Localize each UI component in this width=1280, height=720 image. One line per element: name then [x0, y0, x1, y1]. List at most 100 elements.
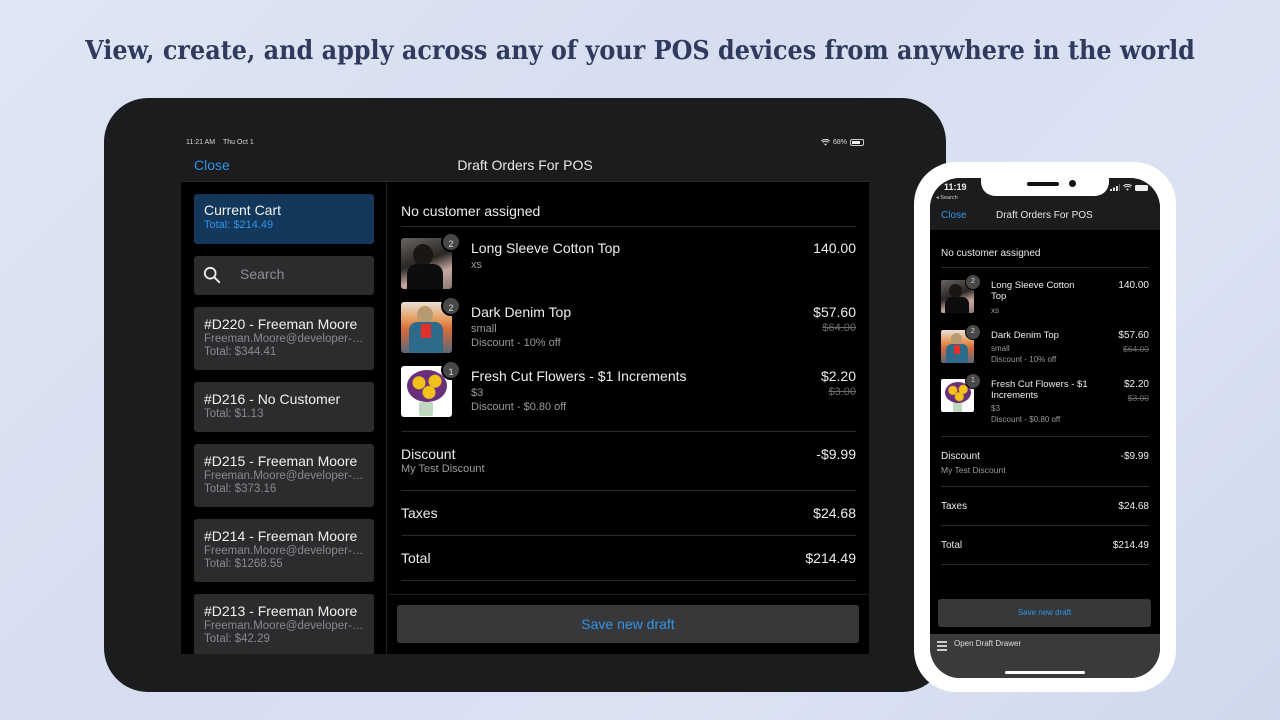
draft-card[interactable]: #D216 - No Customer Total: $1.13: [194, 382, 374, 432]
line-item[interactable]: 2 Long Sleeve Cotton Top xs 140.00: [941, 274, 1149, 320]
draft-title: #D216 - No Customer: [204, 391, 341, 407]
item-price: 140.00: [1118, 280, 1149, 291]
page-title: Draft Orders For POS: [457, 157, 593, 173]
item-variant: small: [991, 344, 1010, 353]
draft-card[interactable]: #D214 - Freeman Moore Freeman.Moore@deve…: [194, 519, 374, 582]
item-discount: Discount - 10% off: [991, 355, 1057, 364]
current-cart-card[interactable]: Current Cart Total: $214.49: [194, 194, 374, 244]
quantity-badge: 2: [441, 296, 461, 316]
tablet-device: 11:21 AM Thu Oct 1 68% Close Draft Order…: [104, 98, 946, 692]
status-time: 11:21 AM: [186, 139, 216, 146]
draft-card[interactable]: #D220 - Freeman Moore Freeman.Moore@deve…: [194, 307, 374, 370]
discount-value: -$9.99: [1120, 451, 1149, 462]
battery-percent: 68%: [832, 139, 847, 146]
quantity-badge: 1: [965, 373, 981, 389]
item-price: $2.20: [820, 368, 856, 384]
total-value: $214.49: [805, 550, 856, 566]
customer-label[interactable]: No customer assigned: [401, 203, 540, 219]
quantity-badge: 2: [965, 324, 981, 340]
open-draft-drawer-bar[interactable]: Open Draft Drawer: [930, 634, 1160, 678]
draft-title: #D213 - Freeman Moore: [204, 603, 358, 619]
page-title: Draft Orders For POS: [996, 210, 1093, 221]
back-to-search-link[interactable]: ◂ Search: [936, 195, 958, 201]
battery-icon: [850, 139, 864, 146]
draft-email: Freeman.Moore@developer-t...: [204, 620, 364, 632]
item-original-price: $3.00: [1127, 393, 1149, 403]
phone-device: 11:19 ◂ Search Close Draft Orders For PO…: [914, 162, 1176, 692]
close-button[interactable]: Close: [941, 210, 967, 221]
draft-title: #D215 - Freeman Moore: [204, 453, 358, 469]
taxes-value: $24.68: [813, 505, 856, 521]
divider: [401, 226, 856, 227]
divider: [941, 267, 1149, 268]
item-price: 140.00: [813, 240, 856, 256]
save-bar: Save new draft: [388, 594, 869, 654]
line-item[interactable]: 2 Dark Denim Top small Discount - 10% of…: [401, 296, 856, 358]
item-discount: Discount - $0.80 off: [991, 415, 1061, 424]
draft-email: Freeman.Moore@developer-t...: [204, 333, 364, 345]
item-name: Fresh Cut Flowers - $1 Increments: [991, 379, 1088, 401]
draft-sidebar: Current Cart Total: $214.49 #D220 - Free…: [181, 182, 387, 654]
discount-label: Discount: [941, 451, 980, 462]
draft-card[interactable]: #D213 - Freeman Moore Freeman.Moore@deve…: [194, 594, 374, 654]
wifi-icon: [1123, 184, 1132, 191]
open-draft-drawer-label: Open Draft Drawer: [954, 639, 1022, 648]
draft-total: Total: $42.29: [204, 633, 270, 645]
taxes-value: $24.68: [1118, 501, 1149, 512]
divider: [401, 490, 856, 491]
line-item[interactable]: 2 Long Sleeve Cotton Top xs 140.00: [401, 232, 856, 294]
search-box[interactable]: [194, 256, 374, 295]
nav-bar: Close Draft Orders For POS: [181, 150, 869, 182]
draft-title: #D214 - Freeman Moore: [204, 528, 358, 544]
status-date: Thu Oct 1: [223, 139, 254, 146]
item-discount: Discount - $0.80 off: [471, 401, 567, 413]
headline: View, create, and apply across any of yo…: [85, 36, 1195, 66]
search-input[interactable]: [240, 266, 360, 282]
item-discount: Discount - 10% off: [471, 337, 561, 349]
item-original-price: $64.00: [1123, 344, 1149, 354]
line-item[interactable]: 2 Dark Denim Top small Discount - 10% of…: [941, 324, 1149, 370]
current-cart-title: Current Cart: [204, 202, 282, 218]
item-price: $2.20: [1123, 379, 1149, 390]
item-variant: $3: [991, 404, 1000, 413]
taxes-label: Taxes: [401, 505, 438, 521]
divider: [401, 580, 856, 581]
nav-bar: Close Draft Orders For POS: [930, 202, 1160, 230]
customer-label[interactable]: No customer assigned: [941, 248, 1041, 259]
home-indicator[interactable]: [1005, 671, 1085, 674]
draft-total: Total: $344.41: [204, 346, 277, 358]
quantity-badge: 2: [441, 232, 461, 252]
divider: [941, 486, 1149, 487]
status-bar: 11:21 AM Thu Oct 1 68%: [181, 136, 869, 150]
item-original-price: $3.00: [828, 386, 856, 398]
discount-label: Discount: [401, 446, 456, 462]
item-price: $57.60: [813, 304, 856, 320]
draft-total: Total: $1.13: [204, 408, 264, 420]
draft-email: Freeman.Moore@developer-t...: [204, 470, 364, 482]
discount-name: My Test Discount: [941, 465, 1006, 475]
line-item[interactable]: 1 Fresh Cut Flowers - $1 Increments $3 D…: [941, 373, 1149, 429]
item-original-price: $64.00: [822, 322, 856, 334]
item-name: Long Sleeve Cotton Top: [991, 280, 1075, 302]
divider: [941, 564, 1149, 565]
item-variant: xs: [471, 259, 482, 271]
divider: [941, 525, 1149, 526]
line-item[interactable]: 1 Fresh Cut Flowers - $1 Increments $3 D…: [401, 360, 856, 422]
discount-name: My Test Discount: [401, 463, 485, 475]
quantity-badge: 1: [441, 360, 461, 380]
item-name: Dark Denim Top: [991, 330, 1059, 341]
current-cart-total: Total: $214.49: [204, 219, 274, 231]
draft-total: Total: $1268.55: [204, 558, 283, 570]
total-label: Total: [401, 550, 431, 566]
item-name: Dark Denim Top: [471, 304, 572, 320]
draft-email: Freeman.Moore@developer-t...: [204, 545, 364, 557]
save-new-draft-button[interactable]: Save new draft: [938, 599, 1151, 627]
total-value: $214.49: [1112, 540, 1149, 551]
order-detail: No customer assigned 2 Long Sleeve Cotto…: [388, 182, 869, 654]
draft-card[interactable]: #D215 - Freeman Moore Freeman.Moore@deve…: [194, 444, 374, 507]
taxes-label: Taxes: [941, 501, 968, 512]
quantity-badge: 2: [965, 274, 981, 290]
divider: [941, 436, 1149, 437]
discount-value: -$9.99: [816, 446, 856, 462]
save-new-draft-button[interactable]: Save new draft: [397, 605, 859, 643]
